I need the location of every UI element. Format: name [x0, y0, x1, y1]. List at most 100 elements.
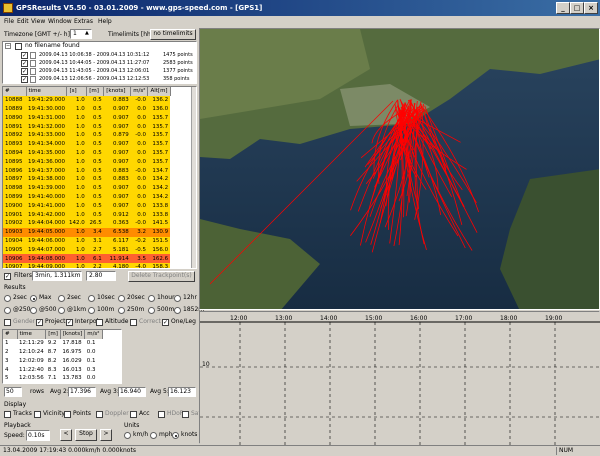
display-checkbox[interactable] [130, 411, 137, 418]
menu-edit[interactable]: Edit [17, 17, 29, 27]
tree-track-item[interactable]: ✓ 2009.04.13 12:06:56 - 2009.04.13 12:12… [15, 76, 195, 84]
display-checkbox[interactable] [96, 411, 103, 418]
prev-button[interactable]: < [60, 429, 72, 441]
table-row[interactable]: 10894 19:41:35.000 1.0 0.5 0.907 0.0 135.7 [3, 148, 171, 158]
results-row[interactable]: 1 12:11:29 9.2 17.818 0.1 [3, 339, 103, 348]
result-option-radio[interactable] [30, 295, 37, 302]
result-option-radio[interactable] [118, 295, 125, 302]
display-checkbox[interactable] [64, 411, 71, 418]
menu-file[interactable]: File [4, 17, 14, 27]
table-row[interactable]: 10896 19:41:37.000 1.0 0.5 0.883 -0.0 134.7 [3, 166, 171, 175]
points-col-header[interactable]: [m] [86, 87, 105, 96]
points-scrollbar[interactable] [191, 87, 196, 268]
table-row[interactable]: 10888 19:41:29.000 1.0 0.5 0.883 -0.0 136.2 [3, 95, 171, 105]
filter-value2[interactable]: 2.80 [86, 271, 116, 281]
spinner-arrows-icon[interactable]: ▲ [85, 29, 89, 37]
root-checkbox[interactable] [15, 43, 22, 50]
tree-root[interactable]: − no filename found [5, 42, 195, 51]
close-button[interactable]: × [584, 2, 598, 14]
result-option-radio[interactable] [174, 295, 181, 302]
table-row[interactable]: 10904 19:44:06.000 1.0 3.1 6.117 -0.2 151.5 [3, 236, 171, 246]
unit-kmh-radio[interactable] [124, 432, 131, 439]
next-button[interactable]: > [100, 429, 112, 441]
filter-value1[interactable]: 3min, 1.311km [32, 271, 82, 281]
unit-knots-radio[interactable] [172, 432, 179, 439]
unit-mph-radio[interactable] [150, 432, 157, 439]
collapse-icon[interactable]: − [5, 43, 11, 49]
table-row[interactable]: 10893 19:41:34.000 1.0 0.5 0.907 0.0 135.7 [3, 139, 171, 149]
points-col-header[interactable]: # [3, 87, 27, 96]
timeline-panel[interactable]: 12:00 13:00 14:00 15:00 16:00 17:00 18:00 19:00… [199, 311, 600, 445]
result-option-radio[interactable] [88, 307, 95, 314]
results-row[interactable]: 3 12:02:09 8.2 16.029 0.1 [3, 356, 103, 365]
menu-window[interactable]: Window [48, 17, 72, 27]
timeline-chart[interactable]: 12:00 13:00 14:00 15:00 16:00 17:00 18:00 19:00… [200, 312, 600, 445]
menu-help[interactable]: Help [98, 17, 112, 27]
results-col-header[interactable]: [m] [45, 330, 61, 339]
rows-input[interactable]: 50 [4, 387, 22, 397]
maximize-button[interactable]: □ [570, 2, 584, 14]
display-checkbox[interactable] [34, 411, 41, 418]
menu-view[interactable]: View [31, 17, 45, 27]
result-option-radio[interactable] [88, 295, 95, 302]
points-col-header[interactable]: time [26, 87, 68, 96]
points-col-header[interactable]: Alt[m] [147, 87, 171, 96]
track-checkbox[interactable]: ✓ [21, 60, 28, 67]
result-option-radio[interactable] [4, 307, 11, 314]
results-col-header[interactable]: time [17, 330, 47, 339]
table-row[interactable]: 10891 19:41:32.000 1.0 0.5 0.907 0.0 135.7 [3, 122, 171, 131]
result-option-checkbox[interactable]: ✓ [66, 319, 73, 326]
track-checkbox[interactable]: ✓ [21, 76, 28, 83]
display-checkbox[interactable] [182, 411, 189, 418]
track-checkbox[interactable]: ✓ [21, 52, 28, 59]
result-option-radio[interactable] [148, 307, 155, 314]
minimize-button[interactable]: _ [556, 2, 570, 14]
track-checkbox[interactable]: ✓ [21, 68, 28, 75]
table-row[interactable]: 10892 19:41:33.000 1.0 0.5 0.879 -0.0 135.7 [3, 130, 171, 140]
timezone-input[interactable]: 1 ▲ [70, 29, 92, 39]
points-col-header[interactable]: [s] [66, 87, 88, 96]
table-row[interactable]: 10898 19:41:39.000 1.0 0.5 0.907 0.0 134.2 [3, 183, 171, 193]
result-option-radio[interactable] [30, 307, 37, 314]
table-row[interactable]: 10895 19:41:36.000 1.0 0.5 0.907 0.0 135.7 [3, 157, 171, 167]
table-row[interactable]: 10899 19:41:40.000 1.0 0.5 0.907 0.0 134.2 [3, 192, 171, 202]
table-row[interactable]: 10907 19:44:09.000 1.0 2.2 4.180 -4.0 158.3 [3, 262, 171, 268]
result-option-radio[interactable] [58, 295, 65, 302]
delete-trackpoints-button[interactable]: Delete Trackpoint(s) [128, 271, 195, 282]
results-col-header[interactable]: [knots] [60, 330, 86, 339]
points-col-header[interactable]: m/s² [130, 87, 149, 96]
table-row[interactable]: 10902 19:44:04.000 142.0 26.5 0.363 -0.0 141.5 [3, 218, 171, 228]
results-row[interactable]: 2 12:10:24 8.7 16.975 0.0 [3, 348, 103, 357]
speed-select[interactable]: 0.10s [26, 430, 50, 441]
display-checkbox[interactable] [158, 411, 165, 418]
result-option-radio[interactable] [58, 307, 65, 314]
table-row[interactable]: 10906 19:44:08.000 1.0 6.1 11.914 3.5 162.6 [3, 254, 171, 263]
result-option-checkbox[interactable]: ✓ [36, 319, 43, 326]
table-row[interactable]: 10903 19:44:05.000 1.0 3.4 6.538 3.2 130.9 [3, 227, 171, 237]
result-option-radio[interactable] [4, 295, 11, 302]
map-view[interactable] [199, 28, 600, 310]
table-row[interactable]: 10901 19:41:42.000 1.0 0.5 0.912 0.0 133.8 [3, 210, 171, 219]
table-row[interactable]: 10900 19:41:41.000 1.0 0.5 0.907 0.0 133.8 [3, 201, 171, 211]
results-row[interactable]: 4 11:22:40 8.3 16.013 0.3 [3, 365, 103, 374]
result-option-radio[interactable] [174, 307, 181, 314]
result-option-checkbox[interactable]: ✓ [162, 319, 169, 326]
result-option-radio[interactable] [148, 295, 155, 302]
results-row[interactable]: 5 12:03:56 7.1 13.783 0.0 [3, 374, 103, 383]
table-row[interactable]: 10905 19:44:07.000 1.0 2.7 5.181 -0.5 156.0 [3, 245, 171, 255]
satellite-map[interactable] [200, 29, 600, 310]
table-row[interactable]: 10890 19:41:31.000 1.0 0.5 0.907 0.0 135.7 [3, 113, 171, 123]
stop-button[interactable]: Stop [75, 429, 97, 441]
display-checkbox[interactable] [4, 411, 11, 418]
result-option-checkbox[interactable] [4, 319, 11, 326]
table-row[interactable]: 10889 19:41:30.000 1.0 0.5 0.907 0.0 136.0 [3, 104, 171, 114]
filters-checkbox[interactable]: ✓ [4, 273, 11, 280]
title-bar[interactable]: GPSResults V5.50 - 03.01.2009 - www.gps-… [0, 0, 600, 16]
no-timelimits-button[interactable]: no timelimits [150, 29, 196, 40]
result-option-checkbox[interactable] [130, 319, 137, 326]
results-col-header[interactable]: m/s² [84, 330, 104, 339]
results-col-header[interactable]: # [3, 330, 18, 339]
result-option-radio[interactable] [118, 307, 125, 314]
result-option-checkbox[interactable] [96, 319, 103, 326]
points-col-header[interactable]: [knots] [103, 87, 132, 96]
